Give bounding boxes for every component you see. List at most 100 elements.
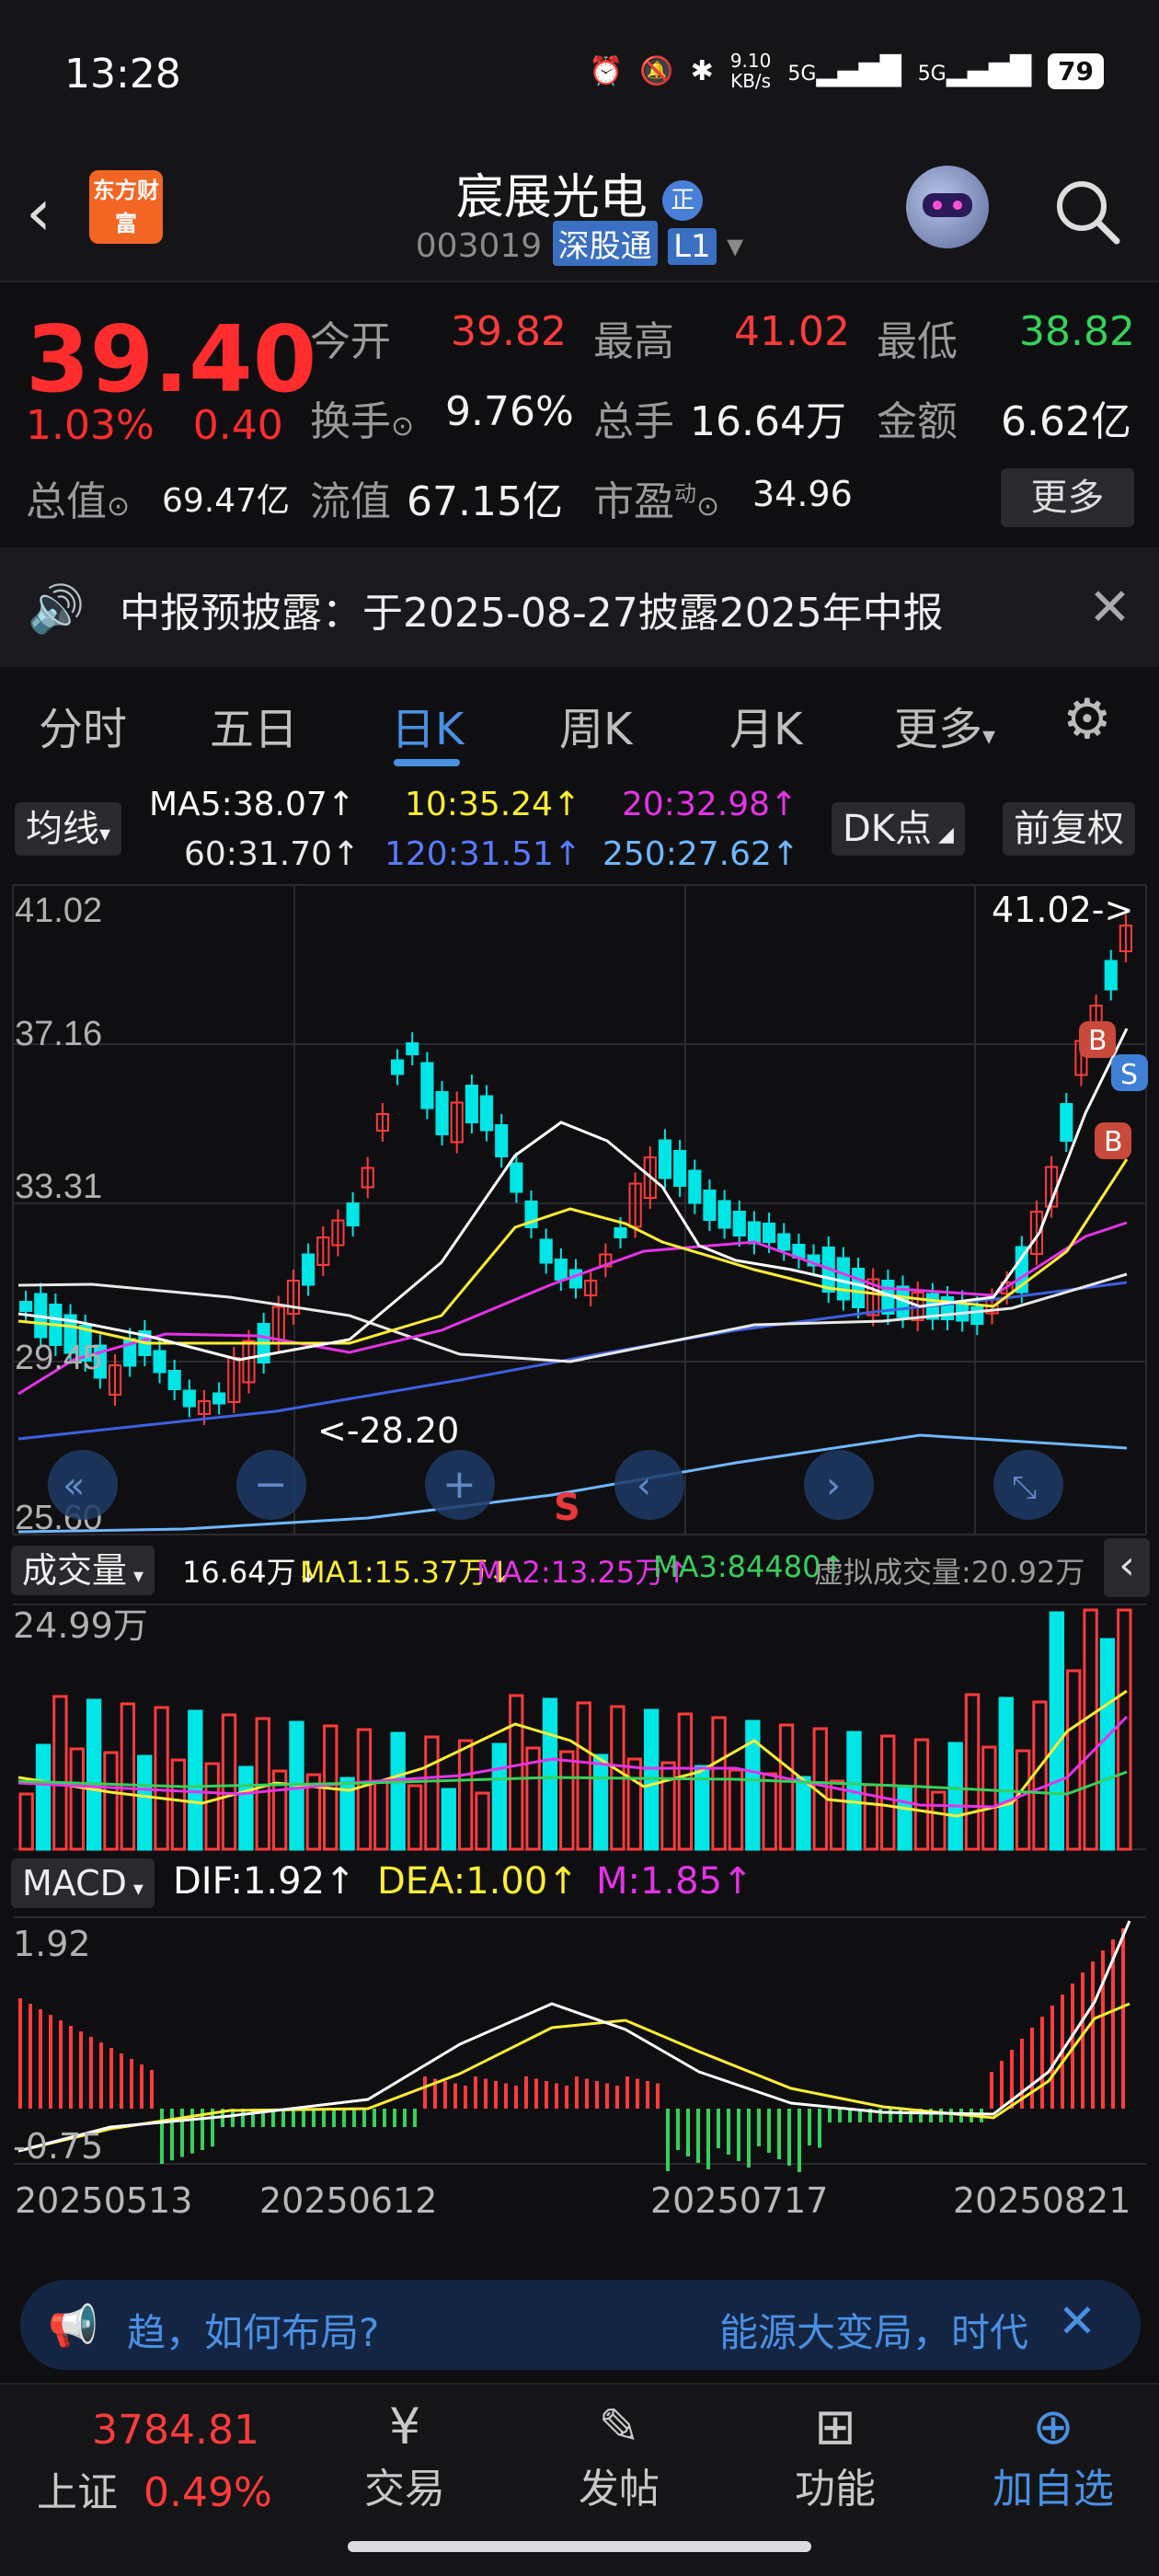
macd-bar [808, 2109, 811, 2145]
zoom-in-icon[interactable]: + [425, 1450, 495, 1520]
macd-bar [393, 2109, 396, 2127]
volume-chart[interactable]: 24.99万 [0, 1603, 1159, 1851]
buy-signal-1[interactable]: B [1079, 1021, 1116, 1058]
volume-bar [728, 1768, 744, 1851]
macd-bar [29, 2004, 32, 2109]
macd-bar [1091, 1961, 1095, 2109]
macd-y-top: 1.92 [13, 1924, 91, 1964]
kline-chart[interactable]: 41.02 37.16 33.31 29.45 25.60 41.02-> <-… [0, 883, 1159, 1536]
candle-body [465, 1085, 478, 1123]
tab-weekly-k[interactable]: 周K [559, 693, 632, 757]
status-icons: ⏰ 🔕 ✱ 9.10 KB/s 5G▂▄▆█ 5G▂▄▆█ 79 [589, 51, 1104, 91]
candle-body [851, 1268, 866, 1308]
candle-body [539, 1238, 553, 1264]
macd-bar [1040, 2017, 1044, 2109]
buy-signal-2[interactable]: B [1095, 1122, 1131, 1159]
macd-bar [99, 2042, 103, 2109]
functions-button[interactable]: ⊞ 功能 [771, 2398, 900, 2514]
dk-point-button[interactable]: DK点 ◢ [832, 802, 965, 856]
macd-indicator-select[interactable]: MACD ▾ [11, 1858, 155, 1908]
macd-bar [342, 2109, 346, 2127]
close-icon[interactable]: ✕ [1088, 578, 1131, 638]
macd-bar [534, 2078, 538, 2109]
tab-daily-k[interactable]: 日K [391, 693, 464, 757]
adjust-button[interactable]: 前复权 [1003, 802, 1135, 856]
home-indicator[interactable] [348, 2541, 811, 2552]
volume-bar [981, 1745, 997, 1851]
volume-bar [913, 1738, 930, 1851]
name-badge: 正 [662, 180, 704, 221]
scroll-right-icon[interactable]: › [804, 1450, 874, 1520]
volume-indicator-select[interactable]: 成交量 ▾ [11, 1546, 155, 1595]
volume-bar [1099, 1638, 1116, 1851]
quote-panel: 39.40 1.03% 0.40 今开 39.82 最高 41.02 最低 38… [0, 281, 1159, 547]
macd-bar [767, 2109, 771, 2153]
macd-bar [676, 2109, 680, 2150]
macd-bar [798, 2109, 801, 2172]
volume-bar [188, 1709, 203, 1851]
volume-bar [457, 1739, 474, 1851]
candle-body [406, 1042, 419, 1055]
scroll-left-icon[interactable]: ‹ [614, 1450, 684, 1520]
more-quote-button[interactable]: 更多 [1001, 468, 1134, 527]
macd-bar [787, 2109, 791, 2166]
macd-bar [595, 2081, 599, 2109]
volume-bar [576, 1701, 591, 1851]
zoom-fast-back-icon[interactable]: « [48, 1450, 118, 1520]
volume-bar [880, 1734, 896, 1851]
ma-legend: 均线▾ MA5:38.07↑ 10:35.24↑ 20:32.98↑ 60:31… [0, 782, 1159, 883]
volume-label: 总手 [593, 398, 674, 445]
post-button[interactable]: ✎ 发帖 [555, 2398, 683, 2514]
close-icon[interactable]: ✕ [1058, 2294, 1096, 2348]
macd-bar [302, 2109, 305, 2127]
macd-bar [636, 2078, 639, 2109]
gear-icon[interactable]: ⚙ [1062, 687, 1112, 752]
y-label-2: 37.16 [15, 1015, 102, 1053]
low-label: 最低 [877, 318, 958, 365]
macd-bar [281, 2109, 285, 2127]
macd-dif: DIF:1.92↑ [173, 1860, 356, 1903]
ma10-value: 10:35.24↑ [405, 786, 581, 823]
macd-bar [949, 2109, 953, 2122]
tab-intraday[interactable]: 分时 [39, 693, 127, 757]
macd-chart[interactable]: 1.92 -0.75 [0, 1915, 1159, 2191]
fullscreen-icon[interactable]: ⤡ [993, 1450, 1063, 1520]
candle-body [688, 1169, 702, 1204]
y-label-4: 29.45 [15, 1339, 102, 1377]
macd-bar [362, 2109, 366, 2127]
macd-bar [180, 2109, 184, 2157]
sell-signal[interactable]: S [1111, 1054, 1148, 1091]
collapse-panel-icon[interactable]: ‹ [1104, 1538, 1150, 1597]
tab-five-day[interactable]: 五日 [210, 693, 298, 757]
ad-text-left: 趋，如何布局? [127, 2310, 380, 2355]
trade-button[interactable]: ¥ 交易 [340, 2398, 469, 2514]
open-label: 今开 [310, 318, 391, 365]
candle-body [732, 1211, 746, 1236]
macd-bar [524, 2076, 528, 2109]
indicator-select[interactable]: 均线▾ [15, 802, 122, 856]
x-axis: 20250513 20250612 20250717 20250821 [0, 2168, 1159, 2232]
candle-body [167, 1370, 181, 1390]
ai-assistant-robot-icon[interactable] [906, 166, 989, 248]
tab-more[interactable]: 更多▾ [894, 693, 995, 757]
ad-ticker[interactable]: 📢 趋，如何布局? 能源大变局，时代 ✕ [20, 2280, 1141, 2370]
svg-text:+: + [442, 1461, 476, 1508]
active-tab-indicator [394, 759, 460, 766]
macd-bar [625, 2076, 629, 2109]
macd-bar [150, 2070, 154, 2109]
index-value: 3784.81 [92, 2407, 259, 2454]
turnover-label: 换手⊙ [310, 398, 415, 445]
turnover-value: 9.76% [445, 388, 574, 435]
mute-icon: 🔕 [639, 54, 674, 87]
tab-monthly-k[interactable]: 月K [729, 693, 802, 757]
candle-body [153, 1350, 166, 1374]
macd-bar [706, 2109, 710, 2169]
index-widget[interactable]: 3784.81 上证 0.49% [37, 2407, 272, 2518]
macd-bars [18, 1928, 1125, 2172]
macd-bar [484, 2078, 488, 2109]
notice-banner[interactable]: 🔊 中报预披露：于2025-08-27披露2025年中报 ✕ [0, 547, 1159, 667]
zoom-out-icon[interactable]: − [236, 1450, 306, 1520]
search-icon[interactable] [1050, 175, 1122, 247]
candle-body [479, 1095, 494, 1132]
add-watchlist-button[interactable]: ⊕ 加自选 [975, 2398, 1131, 2514]
